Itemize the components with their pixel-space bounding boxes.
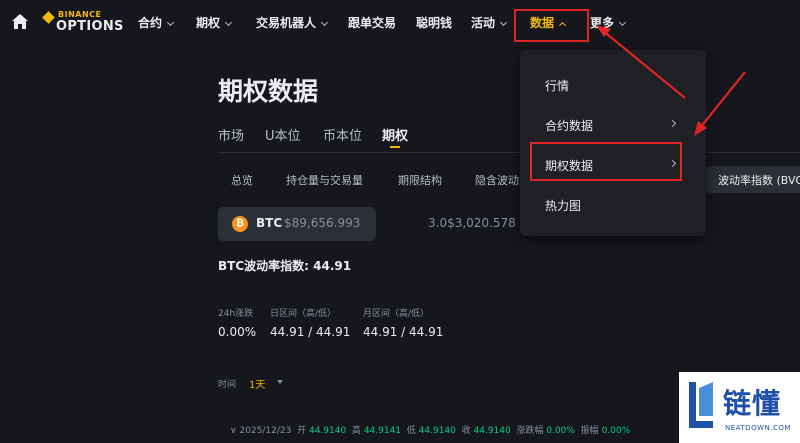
dropdown-item-market[interactable]: 行情 <box>545 77 569 94</box>
annotation-arrow-to-options-data <box>699 71 746 129</box>
time-interval-select[interactable]: 1天 <box>249 376 265 391</box>
page-title: 期权数据 <box>218 77 319 106</box>
ohlc-change-label: 涨跌幅 <box>516 426 544 436</box>
ohlc-readout: ∨ 2025/12/23 开 44.9140 高 44.9141 低 44.91… <box>230 423 630 436</box>
ohlc-amp-label: 振幅 <box>580 426 599 436</box>
stat-label-month-range: 月区间（高/低） <box>363 309 430 319</box>
stat-value-day-range: 44.91 / 44.91 <box>270 325 351 339</box>
nav-item-more[interactable]: 更多 <box>590 14 627 31</box>
ohlc-low-label: 低 <box>406 426 416 436</box>
bitcoin-icon: ₿ <box>232 216 248 232</box>
dropdown-item-futures-data[interactable]: 合约数据 <box>545 117 593 134</box>
eth-price-fragment: 3.0$3,020.578 <box>428 216 516 230</box>
tabs-divider <box>218 152 800 153</box>
chevron-right-icon <box>668 119 677 128</box>
chevron-down-icon <box>499 18 508 27</box>
btc-symbol: BTC <box>256 216 283 230</box>
nav-item-options[interactable]: 期权 <box>196 14 233 31</box>
tab-coinm[interactable]: 币本位 <box>323 125 362 144</box>
chevron-down-icon <box>224 18 233 27</box>
neatdown-watermark: 链懂 NEATDOWN.COM <box>679 372 800 443</box>
nav-item-copy-trading[interactable]: 跟单交易 <box>348 14 396 31</box>
caret-down-icon[interactable] <box>277 380 283 384</box>
logo-text-bottom: OPTIONS <box>56 19 124 34</box>
subtab-overview[interactable]: 总览 <box>231 172 253 188</box>
btc-price: $89,656.993 <box>284 216 361 230</box>
home-icon[interactable] <box>10 12 30 32</box>
nav-item-events[interactable]: 活动 <box>471 14 508 31</box>
stat-value-24h-change: 0.00% <box>218 325 257 339</box>
chevron-down-icon <box>618 18 627 27</box>
tab-usdm[interactable]: U本位 <box>265 125 301 144</box>
binance-logo-icon <box>42 11 55 24</box>
nav-item-smart-money[interactable]: 聪明钱 <box>416 14 452 31</box>
active-tab-indicator <box>390 146 400 148</box>
nav-item-trading-bots[interactable]: 交易机器人 <box>256 14 329 31</box>
ohlc-high-label: 高 <box>351 426 361 436</box>
btc-volatility-index: BTC波动率指数: 44.91 <box>218 259 352 273</box>
nav-item-futures[interactable]: 合约 <box>138 14 175 31</box>
neatdown-logo-icon <box>689 382 713 428</box>
subtab-implied-vol[interactable]: 隐含波动 <box>475 172 519 188</box>
ohlc-close-label: 收 <box>461 426 471 436</box>
watermark-url: NEATDOWN.COM <box>725 424 791 432</box>
ohlc-change: 0.00% <box>546 426 575 436</box>
chevron-down-icon <box>320 18 329 27</box>
stat-value-month-range: 44.91 / 44.91 <box>363 325 444 339</box>
btc-price-pill[interactable]: ₿ BTC $89,656.993 <box>218 207 376 241</box>
tab-market[interactable]: 市场 <box>218 125 244 144</box>
subtab-volatility-index[interactable]: 波动率指数 (BVO <box>706 166 800 193</box>
logo-text-top: BINANCE <box>58 10 102 19</box>
time-label: 时间 <box>218 380 237 390</box>
ohlc-chevron[interactable]: ∨ <box>230 426 237 436</box>
stat-label-24h-change: 24h涨跌 <box>218 309 254 319</box>
top-nav-bar: BINANCE OPTIONS 合约 期权 交易机器人 跟单交易 聪明钱 活动 … <box>0 0 800 44</box>
ohlc-open-label: 开 <box>297 426 307 436</box>
chevron-down-icon <box>166 18 175 27</box>
ohlc-amp: 0.00% <box>601 426 631 436</box>
ohlc-high: 44.9141 <box>363 426 402 436</box>
ohlc-low: 44.9140 <box>418 426 456 436</box>
ohlc-close: 44.9140 <box>473 426 511 436</box>
annotation-box-options-data <box>530 142 682 181</box>
subtab-term-structure[interactable]: 期限结构 <box>398 172 442 188</box>
ohlc-open: 44.9140 <box>308 426 347 436</box>
dropdown-item-heatmap[interactable]: 热力图 <box>545 197 581 214</box>
tab-options[interactable]: 期权 <box>382 125 408 144</box>
watermark-title: 链懂 <box>723 387 782 420</box>
subtab-oi-volume[interactable]: 持仓量与交易量 <box>286 172 363 188</box>
stat-label-day-range: 日区间（高/低） <box>270 309 337 319</box>
binance-options-logo[interactable]: BINANCE OPTIONS <box>42 10 124 36</box>
ohlc-date: 2025/12/23 <box>239 426 292 436</box>
annotation-box-data-nav <box>514 9 589 42</box>
